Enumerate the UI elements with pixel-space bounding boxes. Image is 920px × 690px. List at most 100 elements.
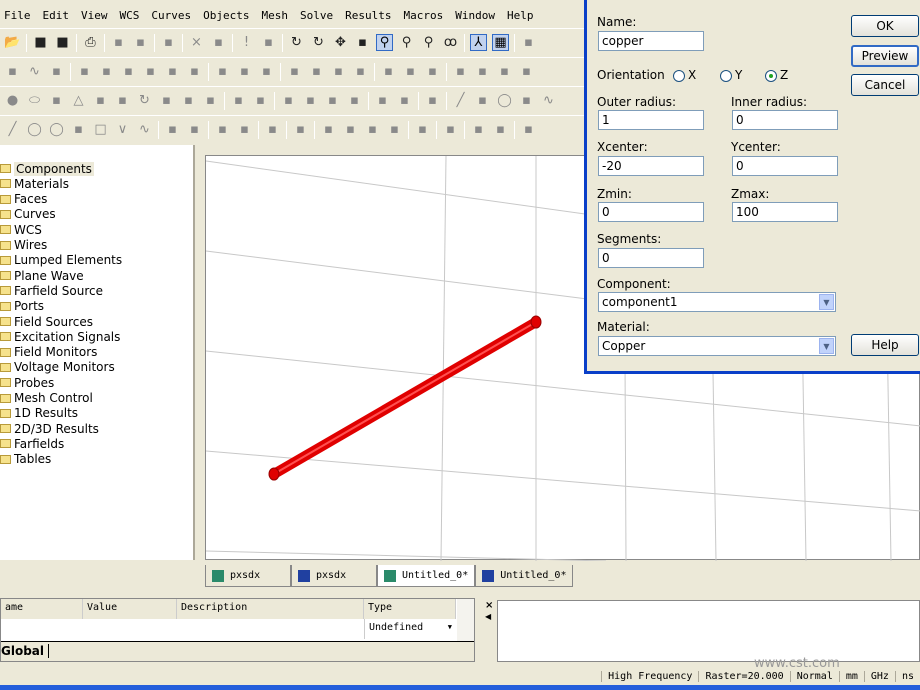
tree-item-lumped-elements[interactable]: Lumped Elements [0, 253, 122, 268]
material-select[interactable]: Copper ▼ [598, 336, 836, 356]
line-icon[interactable]: ╱ [452, 92, 469, 109]
cylinder-icon[interactable]: ⬭ [26, 92, 43, 109]
arc2-icon[interactable]: ▪ [70, 121, 87, 138]
chamfer-icon[interactable]: ▪ [230, 92, 247, 109]
polyline-icon[interactable]: ▪ [474, 92, 491, 109]
col-value[interactable]: Value [83, 599, 177, 619]
tree-item-field-monitors[interactable]: Field Monitors [0, 345, 97, 360]
open-icon[interactable]: 📂 [4, 34, 21, 51]
orientation-y-radio[interactable]: Y [720, 68, 742, 82]
boolean-insert-icon[interactable]: ▪ [346, 92, 363, 109]
solver-f-icon[interactable]: ▪ [308, 63, 325, 80]
wcs-rotate-icon[interactable]: ▪ [492, 121, 509, 138]
block-icon[interactable]: ▪ [518, 63, 535, 80]
save-icon[interactable]: ■ [32, 34, 49, 51]
shape3-icon[interactable]: ▪ [424, 63, 441, 80]
ycenter-input[interactable]: 0 [732, 156, 838, 176]
tree-item-probes[interactable]: Probes [0, 375, 54, 390]
outer-radius-input[interactable]: 1 [598, 110, 704, 130]
tree-item-components[interactable]: Components [0, 161, 94, 176]
arrow-left-icon[interactable]: ◀ [485, 612, 491, 621]
rectangle-icon[interactable]: □ [92, 121, 109, 138]
menu-file[interactable]: File [0, 9, 39, 22]
farfield-icon[interactable]: ▪ [164, 63, 181, 80]
coil-icon[interactable]: ▪ [186, 121, 203, 138]
copy-icon[interactable]: ▪ [110, 34, 127, 51]
circle3-icon[interactable]: ◯ [48, 121, 65, 138]
menu-mesh[interactable]: Mesh [253, 9, 296, 22]
spline2-icon[interactable]: ∿ [136, 121, 153, 138]
document-tab[interactable]: pxsdx [205, 565, 291, 587]
circle2-icon[interactable]: ◯ [26, 121, 43, 138]
tree-item-wires[interactable]: Wires [0, 238, 47, 253]
blend-icon[interactable]: ▪ [202, 92, 219, 109]
inner-radius-input[interactable]: 0 [732, 110, 838, 130]
orientation-x-radio[interactable]: X [673, 68, 696, 82]
cone-icon[interactable]: △ [70, 92, 87, 109]
boolean-intersect-icon[interactable]: ▪ [324, 92, 341, 109]
grid-icon[interactable]: ▦ [492, 34, 509, 51]
pan-icon[interactable]: ✥ [332, 34, 349, 51]
zoom-box-icon[interactable]: ⚲ [376, 34, 393, 51]
tree-item-mesh-control[interactable]: Mesh Control [0, 391, 93, 406]
align-z-icon[interactable]: ▪ [496, 63, 513, 80]
tree-item-field-sources[interactable]: Field Sources [0, 314, 93, 329]
line2-icon[interactable]: ╱ [4, 121, 21, 138]
extrude-curve-icon[interactable]: ▪ [320, 121, 337, 138]
lumped-icon[interactable]: ▪ [142, 63, 159, 80]
chevron-down-icon[interactable]: ▼ [819, 294, 834, 310]
document-tab[interactable]: Untitled_0* [475, 565, 574, 587]
axes-icon[interactable]: ⅄ [470, 34, 487, 51]
tree-item-voltage-monitors[interactable]: Voltage Monitors [0, 360, 115, 375]
col-type[interactable]: Type [364, 599, 456, 619]
col-description[interactable]: Description [177, 599, 364, 619]
bend-icon[interactable]: ▪ [180, 92, 197, 109]
wcs-align-icon[interactable]: ▪ [520, 121, 537, 138]
document-tab[interactable]: Untitled_0* [377, 565, 476, 587]
tree-item-excitation-signals[interactable]: Excitation Signals [0, 329, 120, 344]
align-icon[interactable]: ▪ [374, 92, 391, 109]
zoom-fit-icon[interactable]: ⚲ [420, 34, 437, 51]
menu-window[interactable]: Window [447, 9, 503, 22]
tube-icon[interactable]: ▪ [48, 92, 65, 109]
print-icon[interactable]: ⎙ [82, 34, 99, 51]
arc-icon[interactable]: ▪ [518, 92, 535, 109]
wcs-move-icon[interactable]: ▪ [470, 121, 487, 138]
delete-icon[interactable]: × [188, 34, 205, 51]
frame-icon[interactable]: ▪ [292, 121, 309, 138]
pick-face-icon[interactable]: ▪ [236, 121, 253, 138]
tree-item-ports[interactable]: Ports [0, 299, 44, 314]
layer-icon[interactable]: ▪ [386, 121, 403, 138]
sphere-icon[interactable]: ● [4, 92, 21, 109]
loft2-icon[interactable]: ▪ [364, 121, 381, 138]
menu-help[interactable]: Help [499, 9, 542, 22]
shell-icon[interactable]: ▪ [252, 92, 269, 109]
tree-item-materials[interactable]: Materials [0, 176, 69, 191]
align-y-icon[interactable]: ▪ [474, 63, 491, 80]
radio-x[interactable] [673, 69, 685, 82]
trace-icon[interactable]: ▪ [164, 121, 181, 138]
orientation-z-radio[interactable]: Z [765, 68, 788, 82]
sweep-icon[interactable]: ▪ [342, 121, 359, 138]
polygon-icon[interactable]: ∨ [114, 121, 131, 138]
torus-icon[interactable]: ▪ [92, 92, 109, 109]
glasses-icon[interactable]: ꝏ [442, 34, 459, 51]
curve-icon[interactable]: ∿ [26, 63, 43, 80]
preview-button[interactable]: Preview [851, 45, 919, 67]
cancel-button[interactable]: Cancel [851, 74, 919, 96]
tree-item-2d-3d-results[interactable]: 2D/3D Results [0, 421, 99, 436]
paste-icon[interactable]: ▪ [160, 34, 177, 51]
vertical-scrollbar[interactable] [457, 599, 474, 641]
loft-icon[interactable]: ▪ [158, 92, 175, 109]
cut2-icon[interactable]: ▪ [264, 121, 281, 138]
shape2-icon[interactable]: ▪ [402, 63, 419, 80]
chevron-down-icon[interactable]: ▼ [448, 623, 452, 631]
rotate-icon[interactable]: ↻ [310, 34, 327, 51]
tree-item-faces[interactable]: Faces [0, 192, 47, 207]
port-icon[interactable]: ▪ [76, 63, 93, 80]
name-input[interactable]: copper [598, 31, 704, 51]
menu-objects[interactable]: Objects [195, 9, 257, 22]
align-x-icon[interactable]: ▪ [452, 63, 469, 80]
rotate-shape-icon[interactable]: ↻ [136, 92, 153, 109]
pick-icon[interactable]: ▪ [210, 34, 227, 51]
